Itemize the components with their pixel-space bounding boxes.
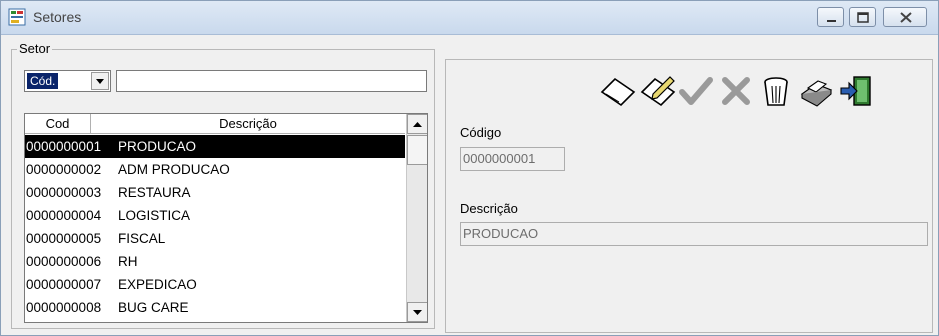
list-item[interactable]: 0000000006 RH	[25, 250, 405, 273]
restore-icon	[857, 12, 869, 23]
search-field-selected: Cód.	[27, 73, 59, 89]
row-code: 0000000004	[26, 208, 102, 223]
close-button[interactable]	[883, 7, 927, 27]
row-description: LOGISTICA	[118, 208, 191, 223]
list-item[interactable]: 0000000003 RESTAURA	[25, 181, 405, 204]
search-field-select[interactable]: Cód.	[24, 70, 111, 92]
new-icon[interactable]	[599, 72, 637, 110]
list-item[interactable]: 0000000004 LOGISTICA	[25, 204, 405, 227]
row-description: ADM PRODUCAO	[118, 162, 230, 177]
descricao-label: Descrição	[460, 201, 518, 216]
row-code: 0000000003	[26, 185, 102, 200]
row-code: 0000000007	[26, 277, 102, 292]
arrow-down-icon	[413, 310, 422, 315]
row-code: 0000000001	[26, 139, 102, 154]
list-item[interactable]: 0000000005 FISCAL	[25, 227, 405, 250]
dropdown-button[interactable]	[91, 72, 109, 90]
exit-icon[interactable]	[837, 72, 875, 110]
scroll-thumb[interactable]	[407, 135, 427, 165]
scroll-up-button[interactable]	[407, 114, 427, 134]
window-title: Setores	[33, 9, 82, 25]
edit-icon[interactable]	[639, 72, 677, 110]
row-description: PRODUCAO	[118, 139, 197, 154]
list-header: Cod Descrição	[25, 114, 405, 134]
close-icon	[900, 12, 912, 23]
row-description: EXPEDICAO	[118, 277, 197, 292]
chevron-down-icon	[96, 79, 104, 84]
row-code: 0000000008	[26, 300, 102, 315]
title-bar[interactable]: Setores	[1, 1, 938, 35]
row-description: RH	[118, 254, 138, 269]
setores-list[interactable]: Cod Descrição 0000000001 PRODUCAO 0000000…	[24, 113, 428, 323]
list-rows: 0000000001 PRODUCAO 0000000002 ADM PRODUCA…	[25, 135, 405, 319]
setores-window: Setores Setor Cód. Cod Descrição 0000000…	[0, 0, 939, 336]
delete-icon[interactable]	[757, 72, 795, 110]
column-header-cod[interactable]: Cod	[25, 114, 91, 134]
app-icon	[8, 8, 26, 26]
list-item[interactable]: 0000000001 PRODUCAO	[25, 135, 405, 158]
list-item[interactable]: 0000000007 EXPEDICAO	[25, 273, 405, 296]
row-code: 0000000005	[26, 231, 102, 246]
arrow-up-icon	[413, 122, 422, 127]
vertical-scrollbar[interactable]	[406, 114, 427, 322]
setor-group-label: Setor	[17, 41, 53, 56]
column-header-descricao[interactable]: Descrição	[91, 114, 405, 134]
descricao-field[interactable]: PRODUCAO	[460, 222, 928, 246]
row-code: 0000000006	[26, 254, 102, 269]
list-item[interactable]: 0000000008 BUG CARE	[25, 296, 405, 319]
row-description: RESTAURA	[118, 185, 191, 200]
minimize-icon	[827, 20, 836, 22]
minimize-button[interactable]	[817, 7, 844, 27]
codigo-label: Código	[460, 125, 502, 140]
cancel-icon[interactable]	[717, 72, 755, 110]
maximize-button[interactable]	[849, 7, 876, 27]
print-icon[interactable]	[797, 72, 835, 110]
search-input[interactable]	[116, 70, 427, 92]
row-code: 0000000002	[26, 162, 102, 177]
list-item[interactable]: 0000000002 ADM PRODUCAO	[25, 158, 405, 181]
codigo-field[interactable]: 0000000001	[460, 147, 565, 171]
confirm-icon[interactable]	[677, 72, 715, 110]
scroll-down-button[interactable]	[407, 302, 427, 322]
row-description: BUG CARE	[118, 300, 189, 315]
row-description: FISCAL	[118, 231, 166, 246]
